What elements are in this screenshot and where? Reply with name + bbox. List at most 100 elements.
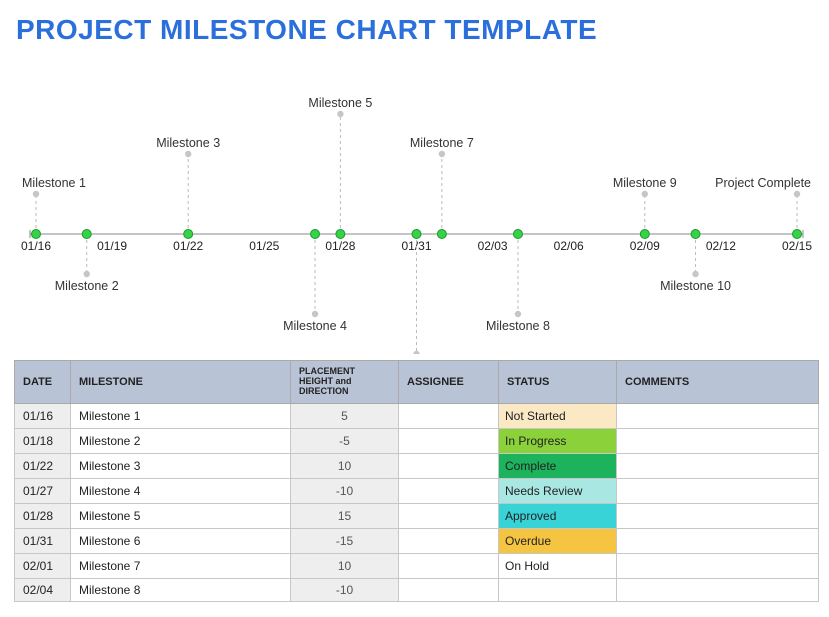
cell-milestone[interactable]: Milestone 2 — [71, 428, 291, 453]
cell-date[interactable]: 01/31 — [15, 528, 71, 553]
tick-label: 02/15 — [782, 239, 812, 253]
status-chip: Needs Review — [499, 479, 616, 503]
milestone-label: Milestone 3 — [156, 136, 220, 150]
tick-label: 02/06 — [554, 239, 584, 253]
cell-date[interactable]: 01/16 — [15, 403, 71, 428]
cell-status[interactable]: Approved — [499, 503, 617, 528]
tick-label: 01/28 — [325, 239, 355, 253]
cell-milestone[interactable]: Milestone 4 — [71, 478, 291, 503]
milestone-label: Milestone 7 — [410, 136, 474, 150]
cell-milestone[interactable]: Milestone 5 — [71, 503, 291, 528]
cell-date[interactable]: 01/22 — [15, 453, 71, 478]
status-chip: Overdue — [499, 529, 616, 553]
leader-end-dot — [515, 311, 521, 317]
tick-label: 02/03 — [478, 239, 508, 253]
milestone-label: Milestone 9 — [613, 176, 677, 190]
col-header-placement: PLACEMENT HEIGHT and DIRECTION — [291, 361, 399, 404]
tick-label: 01/19 — [97, 239, 127, 253]
cell-placement[interactable]: -10 — [291, 578, 399, 601]
cell-assignee[interactable] — [399, 428, 499, 453]
cell-comments[interactable] — [617, 578, 819, 601]
cell-milestone[interactable]: Milestone 6 — [71, 528, 291, 553]
cell-comments[interactable] — [617, 428, 819, 453]
col-header-date: DATE — [15, 361, 71, 404]
milestone-chart: 01/1601/1901/2201/2501/2801/3102/0302/06… — [14, 54, 819, 354]
milestone-marker — [513, 230, 522, 239]
milestone-marker — [640, 230, 649, 239]
milestone-label: Milestone 2 — [55, 279, 119, 293]
col-header-milestone: MILESTONE — [71, 361, 291, 404]
cell-milestone[interactable]: Milestone 3 — [71, 453, 291, 478]
tick-label: 02/09 — [630, 239, 660, 253]
milestone-label: Project Complete — [715, 176, 811, 190]
leader-end-dot — [439, 151, 445, 157]
milestone-marker — [691, 230, 700, 239]
cell-date[interactable]: 02/04 — [15, 578, 71, 601]
table-row: 02/01Milestone 710 On Hold — [15, 553, 819, 578]
cell-placement[interactable]: 10 — [291, 453, 399, 478]
cell-placement[interactable]: -5 — [291, 428, 399, 453]
cell-placement[interactable]: 15 — [291, 503, 399, 528]
leader-end-dot — [642, 191, 648, 197]
milestone-marker — [412, 230, 421, 239]
cell-status[interactable]: Needs Review — [499, 478, 617, 503]
cell-status[interactable]: In Progress — [499, 428, 617, 453]
cell-assignee[interactable] — [399, 528, 499, 553]
cell-status[interactable]: Overdue — [499, 528, 617, 553]
cell-comments[interactable] — [617, 503, 819, 528]
cell-placement[interactable]: 5 — [291, 403, 399, 428]
milestone-marker — [437, 230, 446, 239]
table-row: 01/28Milestone 515 Approved — [15, 503, 819, 528]
cell-milestone[interactable]: Milestone 7 — [71, 553, 291, 578]
cell-assignee[interactable] — [399, 403, 499, 428]
page-title: PROJECT MILESTONE CHART TEMPLATE — [16, 14, 819, 46]
tick-label: 01/16 — [21, 239, 51, 253]
cell-assignee[interactable] — [399, 478, 499, 503]
cell-date[interactable]: 02/01 — [15, 553, 71, 578]
cell-date[interactable]: 01/18 — [15, 428, 71, 453]
cell-placement[interactable]: -15 — [291, 528, 399, 553]
tick-label: 01/25 — [249, 239, 279, 253]
status-chip: Not Started — [499, 404, 616, 428]
cell-assignee[interactable] — [399, 578, 499, 601]
cell-comments[interactable] — [617, 403, 819, 428]
leader-end-dot — [312, 311, 318, 317]
milestone-marker — [184, 230, 193, 239]
col-header-comments: COMMENTS — [617, 361, 819, 404]
table-header-row: DATE MILESTONE PLACEMENT HEIGHT and DIRE… — [15, 361, 819, 404]
cell-milestone[interactable]: Milestone 1 — [71, 403, 291, 428]
leader-end-dot — [337, 111, 343, 117]
cell-assignee[interactable] — [399, 503, 499, 528]
milestone-marker — [336, 230, 345, 239]
cell-assignee[interactable] — [399, 553, 499, 578]
milestone-marker — [32, 230, 41, 239]
cell-placement[interactable]: 10 — [291, 553, 399, 578]
cell-milestone[interactable]: Milestone 8 — [71, 578, 291, 601]
col-header-assignee: ASSIGNEE — [399, 361, 499, 404]
milestone-label: Milestone 8 — [486, 319, 550, 333]
cell-status[interactable]: Complete — [499, 453, 617, 478]
cell-comments[interactable] — [617, 528, 819, 553]
milestone-label: Milestone 5 — [308, 96, 372, 110]
cell-status[interactable] — [499, 578, 617, 601]
table-row: 02/04Milestone 8-10 — [15, 578, 819, 601]
milestone-label: Milestone 1 — [22, 176, 86, 190]
status-chip: In Progress — [499, 429, 616, 453]
leader-end-dot — [413, 351, 419, 354]
cell-comments[interactable] — [617, 553, 819, 578]
cell-date[interactable]: 01/28 — [15, 503, 71, 528]
cell-comments[interactable] — [617, 478, 819, 503]
cell-date[interactable]: 01/27 — [15, 478, 71, 503]
status-chip: On Hold — [499, 554, 616, 578]
status-chip: Complete — [499, 454, 616, 478]
table-row: 01/16Milestone 15 Not Started — [15, 403, 819, 428]
leader-end-dot — [84, 271, 90, 277]
cell-status[interactable]: On Hold — [499, 553, 617, 578]
milestone-label: Milestone 10 — [660, 279, 731, 293]
cell-status[interactable]: Not Started — [499, 403, 617, 428]
milestone-marker — [82, 230, 91, 239]
chart-svg: 01/1601/1901/2201/2501/2801/3102/0302/06… — [14, 54, 819, 354]
cell-assignee[interactable] — [399, 453, 499, 478]
cell-comments[interactable] — [617, 453, 819, 478]
cell-placement[interactable]: -10 — [291, 478, 399, 503]
